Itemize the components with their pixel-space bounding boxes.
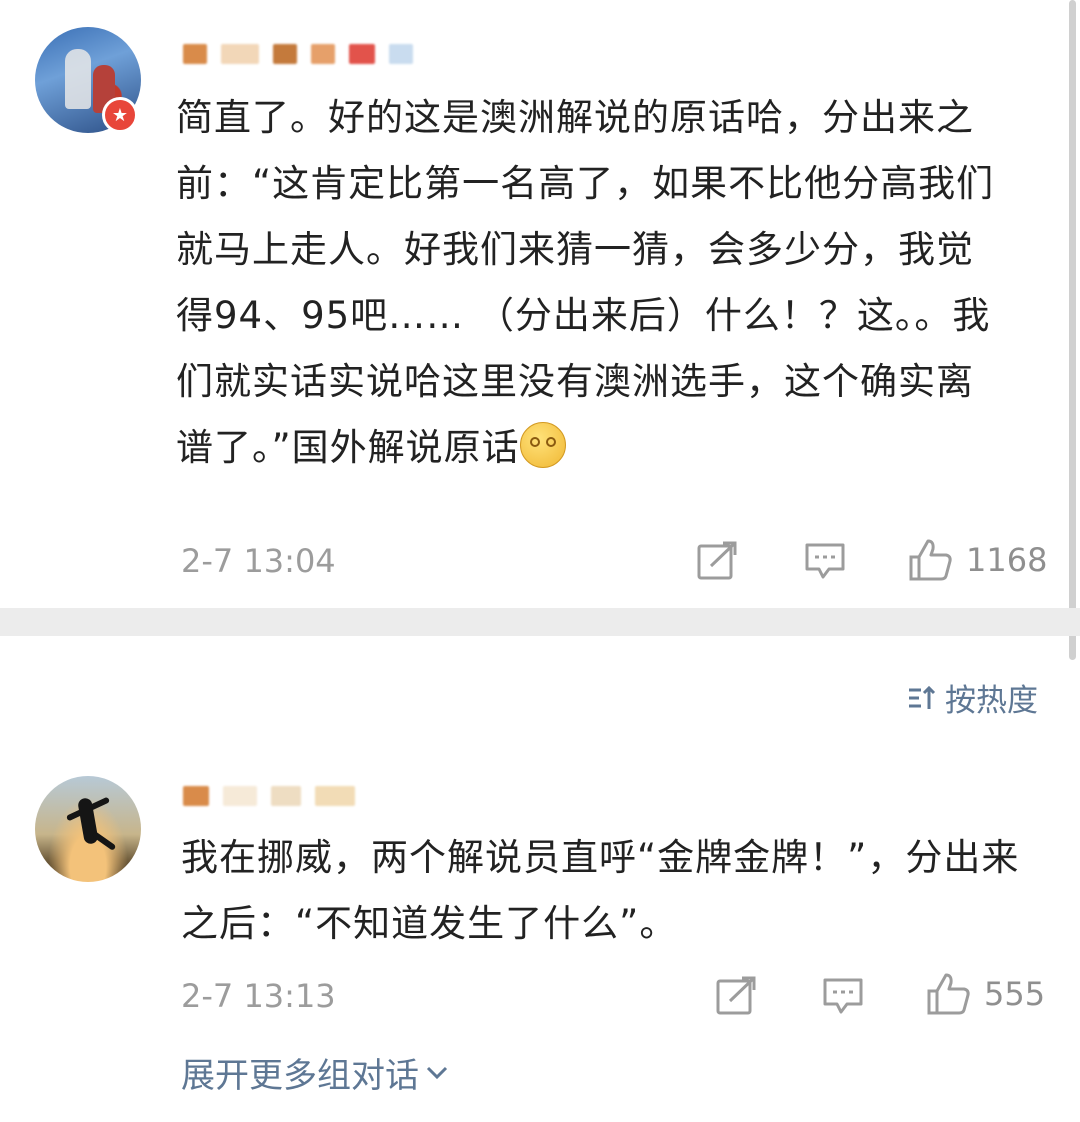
share-icon [716, 976, 756, 1015]
share-button[interactable] [697, 540, 739, 580]
comment-line: 得94、95吧…… （分出来后）什么！？这。。我 [176, 294, 991, 337]
like-button[interactable]: 1168 [908, 537, 1047, 583]
expand-label: 展开更多组对话 [181, 1056, 419, 1096]
sort-by-hot-button[interactable]: 按热度 [907, 675, 1038, 720]
username-blurred[interactable] [183, 786, 355, 806]
chevron-down-icon [426, 1066, 448, 1079]
comment-line: 我在挪威，两个解说员直呼“金牌金牌！”，分出来 [181, 836, 1020, 879]
reply-button[interactable] [823, 976, 863, 1016]
comment-line: 们就实话实说哈这里没有澳洲选手，这个确实离 [176, 360, 974, 403]
comment-line: 前：“这肯定比第一名高了，如果不比他分高我们 [176, 162, 995, 205]
like-button[interactable]: 555 [926, 971, 1045, 1017]
section-divider [0, 608, 1080, 636]
smile-emoji-icon [519, 422, 566, 468]
share-icon [697, 541, 737, 580]
comment-line: 之后：“不知道发生了什么”。 [181, 902, 678, 945]
comment-text: 我在挪威，两个解说员直呼“金牌金牌！”，分出来 之后：“不知道发生了什么”。 [181, 825, 1019, 957]
comment-icon [805, 543, 845, 579]
comment-text: 简直了。好的这是澳洲解说的原话哈，分出来之 前：“这肯定比第一名高了，如果不比他… [176, 85, 994, 481]
expand-more-conversations-link[interactable]: 展开更多组对话 [181, 1048, 449, 1097]
share-button[interactable] [716, 975, 758, 1015]
verified-star-icon: ★ [102, 97, 138, 133]
comment-time: 2-7 13:13 [181, 977, 336, 1015]
comment-line: 简直了。好的这是澳洲解说的原话哈，分出来之 [176, 96, 974, 139]
comment-icon [823, 978, 863, 1014]
scrollbar[interactable] [1069, 0, 1076, 660]
sort-label: 按热度 [945, 683, 1038, 719]
reply-button[interactable] [805, 541, 845, 581]
like-count: 555 [984, 975, 1046, 1013]
like-count: 1168 [966, 541, 1048, 579]
comment-time: 2-7 13:04 [181, 542, 336, 580]
avatar[interactable] [35, 776, 141, 882]
thumbs-up-icon [927, 973, 970, 1015]
username-blurred[interactable] [183, 44, 413, 64]
sort-icon [909, 685, 936, 709]
comment-line: 就马上走人。好我们来猜一猜，会多少分，我觉 [176, 228, 974, 271]
player-figure [65, 49, 91, 109]
thumbs-up-icon [909, 539, 952, 581]
comment-line: 谱了。”国外解说原话 [176, 426, 520, 469]
